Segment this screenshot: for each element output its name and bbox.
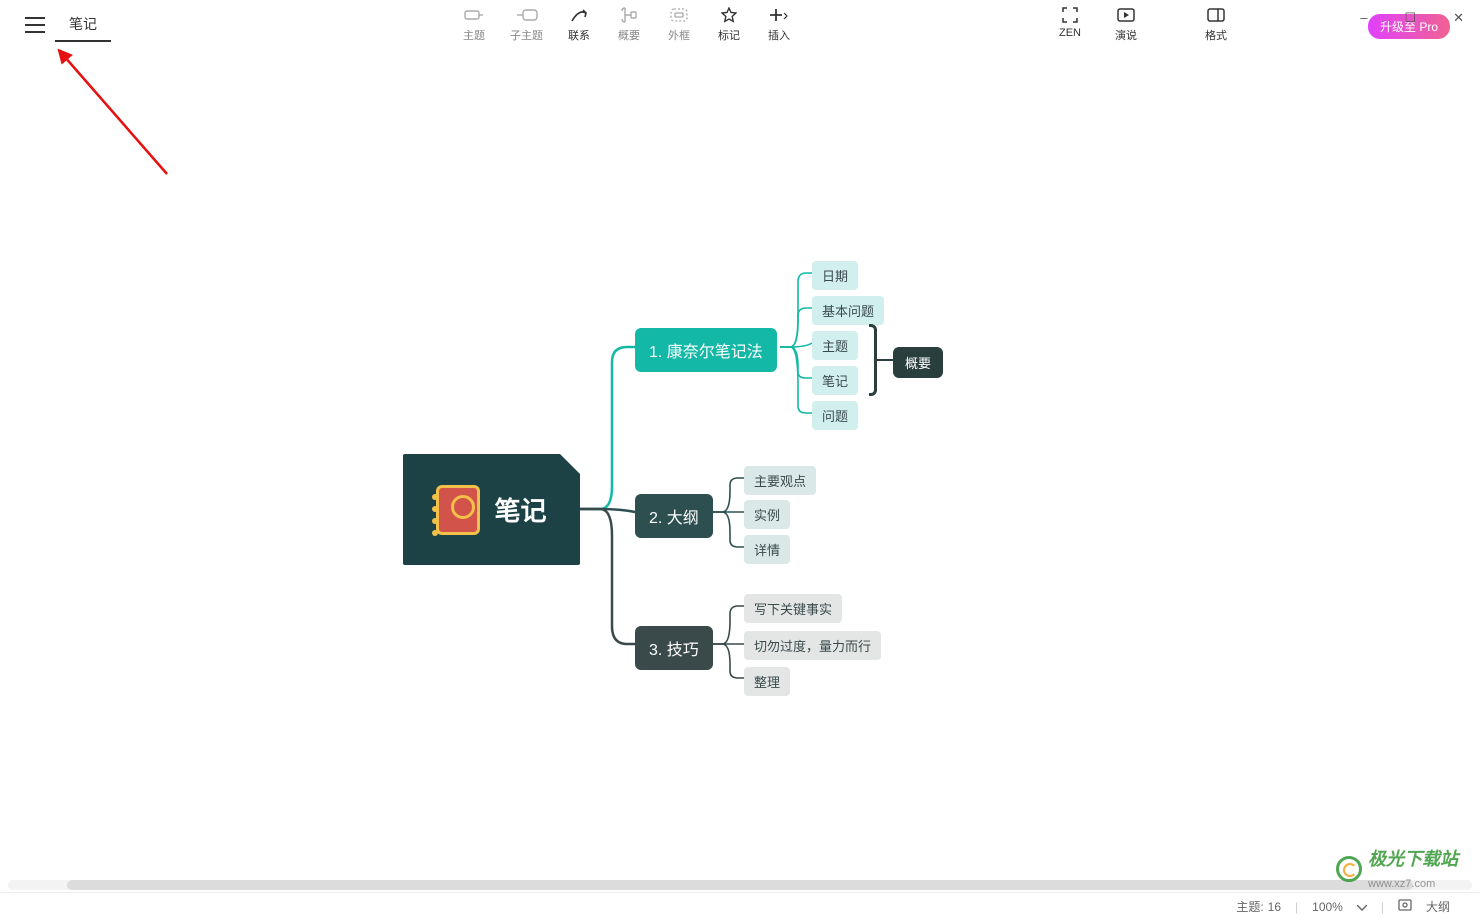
- leaf[interactable]: 日期: [812, 261, 858, 290]
- fullscreen-icon: [1062, 6, 1078, 24]
- notebook-icon: [436, 485, 480, 535]
- star-icon: [721, 6, 737, 24]
- leaf[interactable]: 主题: [812, 331, 858, 360]
- branch-outline[interactable]: 2. 大纲: [635, 494, 713, 538]
- window-maximize[interactable]: ☐: [1398, 6, 1422, 30]
- tool-boundary[interactable]: 外框: [665, 6, 693, 43]
- connectors: [0, 66, 1480, 890]
- status-zoom[interactable]: 100%: [1312, 900, 1343, 914]
- tool-label: 概要: [618, 27, 640, 43]
- tool-format[interactable]: 格式: [1202, 6, 1230, 43]
- tool-label: 演说: [1115, 27, 1137, 43]
- menu-button[interactable]: [15, 5, 55, 45]
- branch-tips[interactable]: 3. 技巧: [635, 626, 713, 670]
- tool-subtopic[interactable]: 子主题: [510, 6, 543, 43]
- watermark-logo-icon: [1336, 856, 1362, 882]
- tool-marker[interactable]: 标记: [715, 6, 743, 43]
- mindmap-canvas[interactable]: 笔记 1. 康奈尔笔记法 2. 大纲 3. 技巧 日期 基本问题 主题 笔记 问…: [0, 66, 1480, 890]
- tool-insert[interactable]: 插入: [765, 6, 793, 43]
- hamburger-icon: [25, 17, 45, 33]
- leaf[interactable]: 写下关键事实: [744, 594, 842, 623]
- boundary-icon: [670, 6, 688, 24]
- window-minimize[interactable]: –: [1354, 6, 1373, 30]
- tool-label: 子主题: [510, 27, 543, 43]
- horizontal-scrollbar[interactable]: [8, 880, 1472, 890]
- zoom-dropdown-icon[interactable]: [1357, 900, 1367, 914]
- tool-summary[interactable]: 概要: [615, 6, 643, 43]
- leaf[interactable]: 整理: [744, 667, 790, 696]
- summary-bracket: [869, 324, 877, 396]
- root-label: 笔记: [494, 491, 546, 528]
- play-icon: [1117, 6, 1135, 24]
- leaf[interactable]: 实例: [744, 500, 790, 529]
- plus-icon: [770, 6, 788, 24]
- status-topics-count: 16: [1268, 900, 1281, 914]
- leaf[interactable]: 详情: [744, 535, 790, 564]
- mindmap-root[interactable]: 笔记: [403, 454, 580, 565]
- summary-icon: [621, 6, 637, 24]
- scrollbar-thumb[interactable]: [67, 880, 1414, 890]
- leaf[interactable]: 主要观点: [744, 466, 816, 495]
- fit-icon[interactable]: [1398, 899, 1412, 914]
- toolbar: 笔记 主题 子主题 联系 概要 外框 标记 插入: [0, 0, 1480, 50]
- tool-label: 联系: [568, 27, 590, 43]
- watermark: 极光下载站 www.xz7.com: [1336, 845, 1458, 892]
- tool-label: 格式: [1205, 27, 1227, 43]
- tool-present[interactable]: 演说: [1112, 6, 1140, 43]
- topic-icon: [464, 6, 484, 24]
- leaf[interactable]: 基本问题: [812, 296, 884, 325]
- tab-notes[interactable]: 笔记: [55, 8, 111, 42]
- subtopic-icon: [516, 6, 538, 24]
- panel-icon: [1207, 6, 1225, 24]
- tool-relation[interactable]: 联系: [565, 6, 593, 43]
- watermark-text: 极光下载站: [1368, 849, 1458, 869]
- leaf[interactable]: 问题: [812, 401, 858, 430]
- leaf[interactable]: 切勿过度，量力而行: [744, 631, 881, 660]
- tool-topic[interactable]: 主题: [460, 6, 488, 43]
- tool-label: 外框: [668, 27, 690, 43]
- leaf[interactable]: 笔记: [812, 366, 858, 395]
- window-close[interactable]: ✕: [1447, 6, 1470, 30]
- tool-label: 插入: [768, 27, 790, 43]
- watermark-url: www.xz7.com: [1368, 878, 1435, 890]
- summary-node[interactable]: 概要: [893, 347, 943, 378]
- status-bar: 主题: 16 | 100% | 大纲: [0, 892, 1480, 920]
- relation-icon: [570, 6, 588, 24]
- tool-label: ZEN: [1059, 27, 1081, 39]
- tool-label: 标记: [718, 27, 740, 43]
- status-topics-label: 主题:: [1236, 898, 1263, 915]
- status-outline[interactable]: 大纲: [1426, 898, 1450, 915]
- annotation-arrow: [52, 44, 192, 184]
- tool-label: 主题: [463, 27, 485, 43]
- tool-zen[interactable]: ZEN: [1056, 6, 1084, 39]
- branch-cornell[interactable]: 1. 康奈尔笔记法: [635, 328, 777, 372]
